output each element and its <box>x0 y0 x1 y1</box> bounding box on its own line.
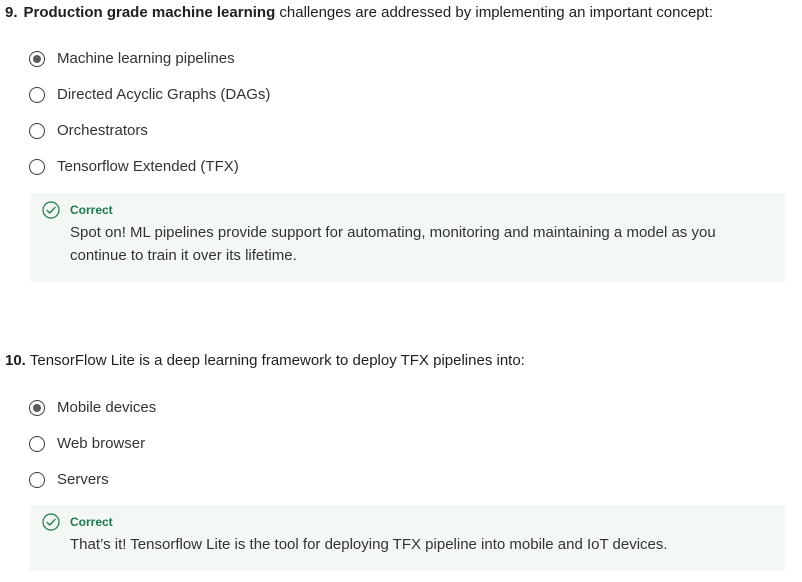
option-label: Tensorflow Extended (TFX) <box>57 158 239 175</box>
question-prompt-text: TensorFlow Lite is a deep learning frame… <box>29 352 525 369</box>
feedback-status: Correct <box>70 515 113 529</box>
feedback-status: Correct <box>70 203 113 217</box>
feedback-text: That’s it! Tensorflow Lite is the tool f… <box>70 536 668 553</box>
option-orchestrators[interactable]: Orchestrators <box>29 120 148 142</box>
check-circle-icon <box>42 513 60 531</box>
option-label: Machine learning pipelines <box>57 50 235 67</box>
option-mobile-devices[interactable]: Mobile devices <box>29 397 156 419</box>
question-prompt: 9. Production grade machine learning chal… <box>5 3 713 23</box>
option-label: Directed Acyclic Graphs (DAGs) <box>57 86 271 103</box>
option-label: Orchestrators <box>57 122 148 139</box>
check-circle-icon <box>42 201 60 219</box>
option-label: Mobile devices <box>57 399 157 416</box>
radio-icon[interactable] <box>29 400 45 416</box>
option-servers[interactable]: Servers <box>29 469 109 491</box>
option-dags[interactable]: Directed Acyclic Graphs (DAGs) <box>29 84 270 106</box>
option-label: Servers <box>57 471 109 488</box>
radio-icon[interactable] <box>29 51 45 67</box>
radio-icon[interactable] <box>29 472 45 488</box>
question-number: 9. <box>5 4 18 21</box>
radio-icon[interactable] <box>29 436 45 452</box>
radio-icon[interactable] <box>29 87 45 103</box>
question-prompt: 10. TensorFlow Lite is a deep learning fr… <box>5 351 525 371</box>
option-tfx[interactable]: Tensorflow Extended (TFX) <box>29 156 239 178</box>
feedback-text: Spot on! ML pipelines provide support fo… <box>70 224 716 264</box>
question-number: 10. <box>5 352 26 369</box>
option-machine-learning-pipelines[interactable]: Machine learning pipelines <box>29 48 235 70</box>
question-prompt-bold: Production grade machine learning <box>23 4 276 21</box>
radio-icon[interactable] <box>29 123 45 139</box>
question-prompt-text: challenges are addressed by implementing… <box>275 4 713 21</box>
option-label: Web browser <box>57 435 146 452</box>
option-web-browser[interactable]: Web browser <box>29 433 145 455</box>
feedback-panel: Correct That’s it! Tensorflow Lite is th… <box>30 505 785 571</box>
radio-icon[interactable] <box>29 159 45 175</box>
feedback-panel: Correct Spot on! ML pipelines provide su… <box>30 193 785 282</box>
